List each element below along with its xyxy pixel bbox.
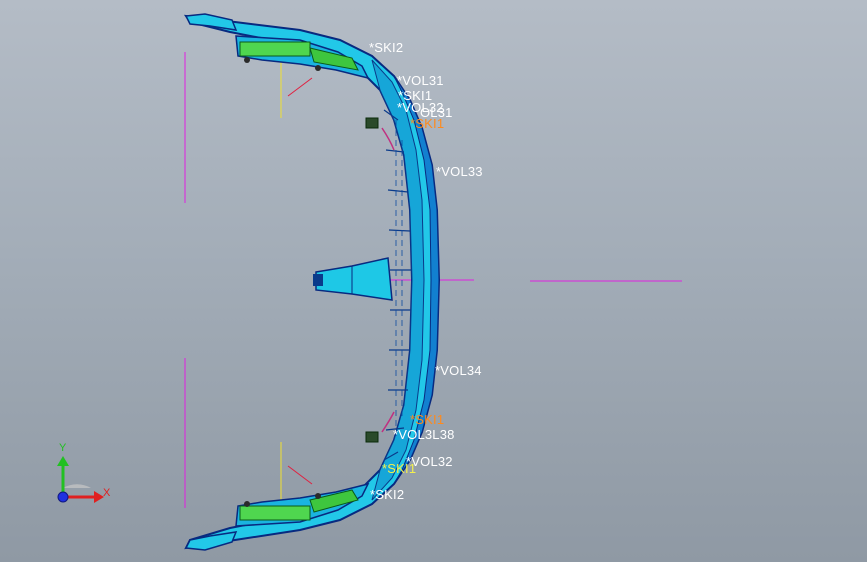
label-ski1-bottom[interactable]: *SKI1 (382, 462, 416, 475)
label-ski1-orange-bottom[interactable]: *SKI1 (410, 413, 444, 426)
label-vol34[interactable]: *VOL34 (435, 364, 482, 377)
label-ski1-orange-top[interactable]: *SKI1 (410, 117, 444, 130)
label-vol33[interactable]: *VOL33 (436, 165, 483, 178)
sketch-curve-top (381, 127, 395, 151)
label-ski2-bottom[interactable]: *SKI2 (370, 488, 404, 501)
triad-x-label: X (103, 487, 111, 499)
triad-y-label: Y (59, 442, 67, 454)
center-mount-bracket[interactable] (313, 257, 393, 301)
coordinate-triad (57, 456, 104, 503)
label-ski2-top[interactable]: *SKI2 (369, 41, 403, 54)
label-vol-overlap[interactable]: *VOL3L38 (393, 428, 455, 441)
leader-line-top (287, 77, 313, 97)
label-vol31-top[interactable]: *VOL31 (397, 74, 444, 87)
cad-graphics-viewport[interactable]: *SKI2 *VOL31 *SKI1 *VOL32 OL31 *SKI1 *VO… (0, 0, 867, 562)
leader-line-bottom (287, 465, 313, 485)
